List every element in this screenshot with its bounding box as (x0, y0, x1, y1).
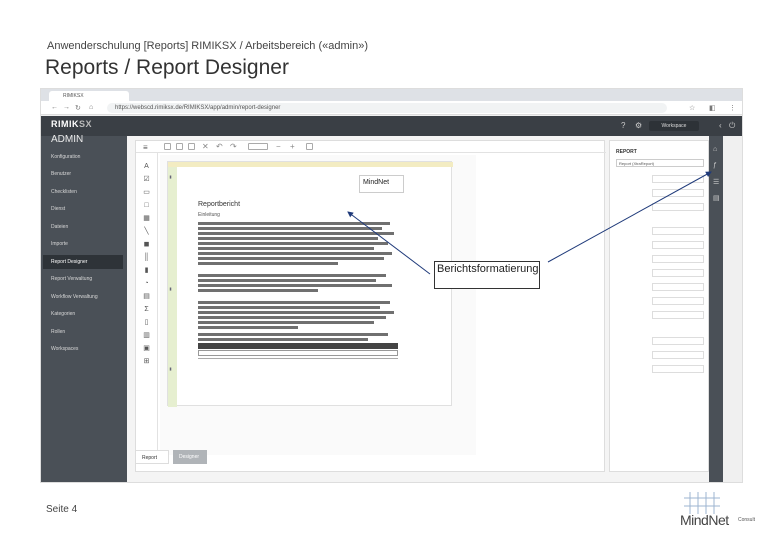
callout-arrow (547, 171, 712, 263)
callout-arrow (347, 211, 431, 275)
brand-logo: MindNet Consult (676, 490, 766, 530)
callout-arrows (347, 171, 712, 275)
brand-tagline: Consult (738, 517, 755, 523)
callout-box: Berichtsformatierung (434, 261, 540, 289)
brand-name: MindNet (680, 512, 729, 528)
page-number: Seite 4 (46, 504, 78, 515)
